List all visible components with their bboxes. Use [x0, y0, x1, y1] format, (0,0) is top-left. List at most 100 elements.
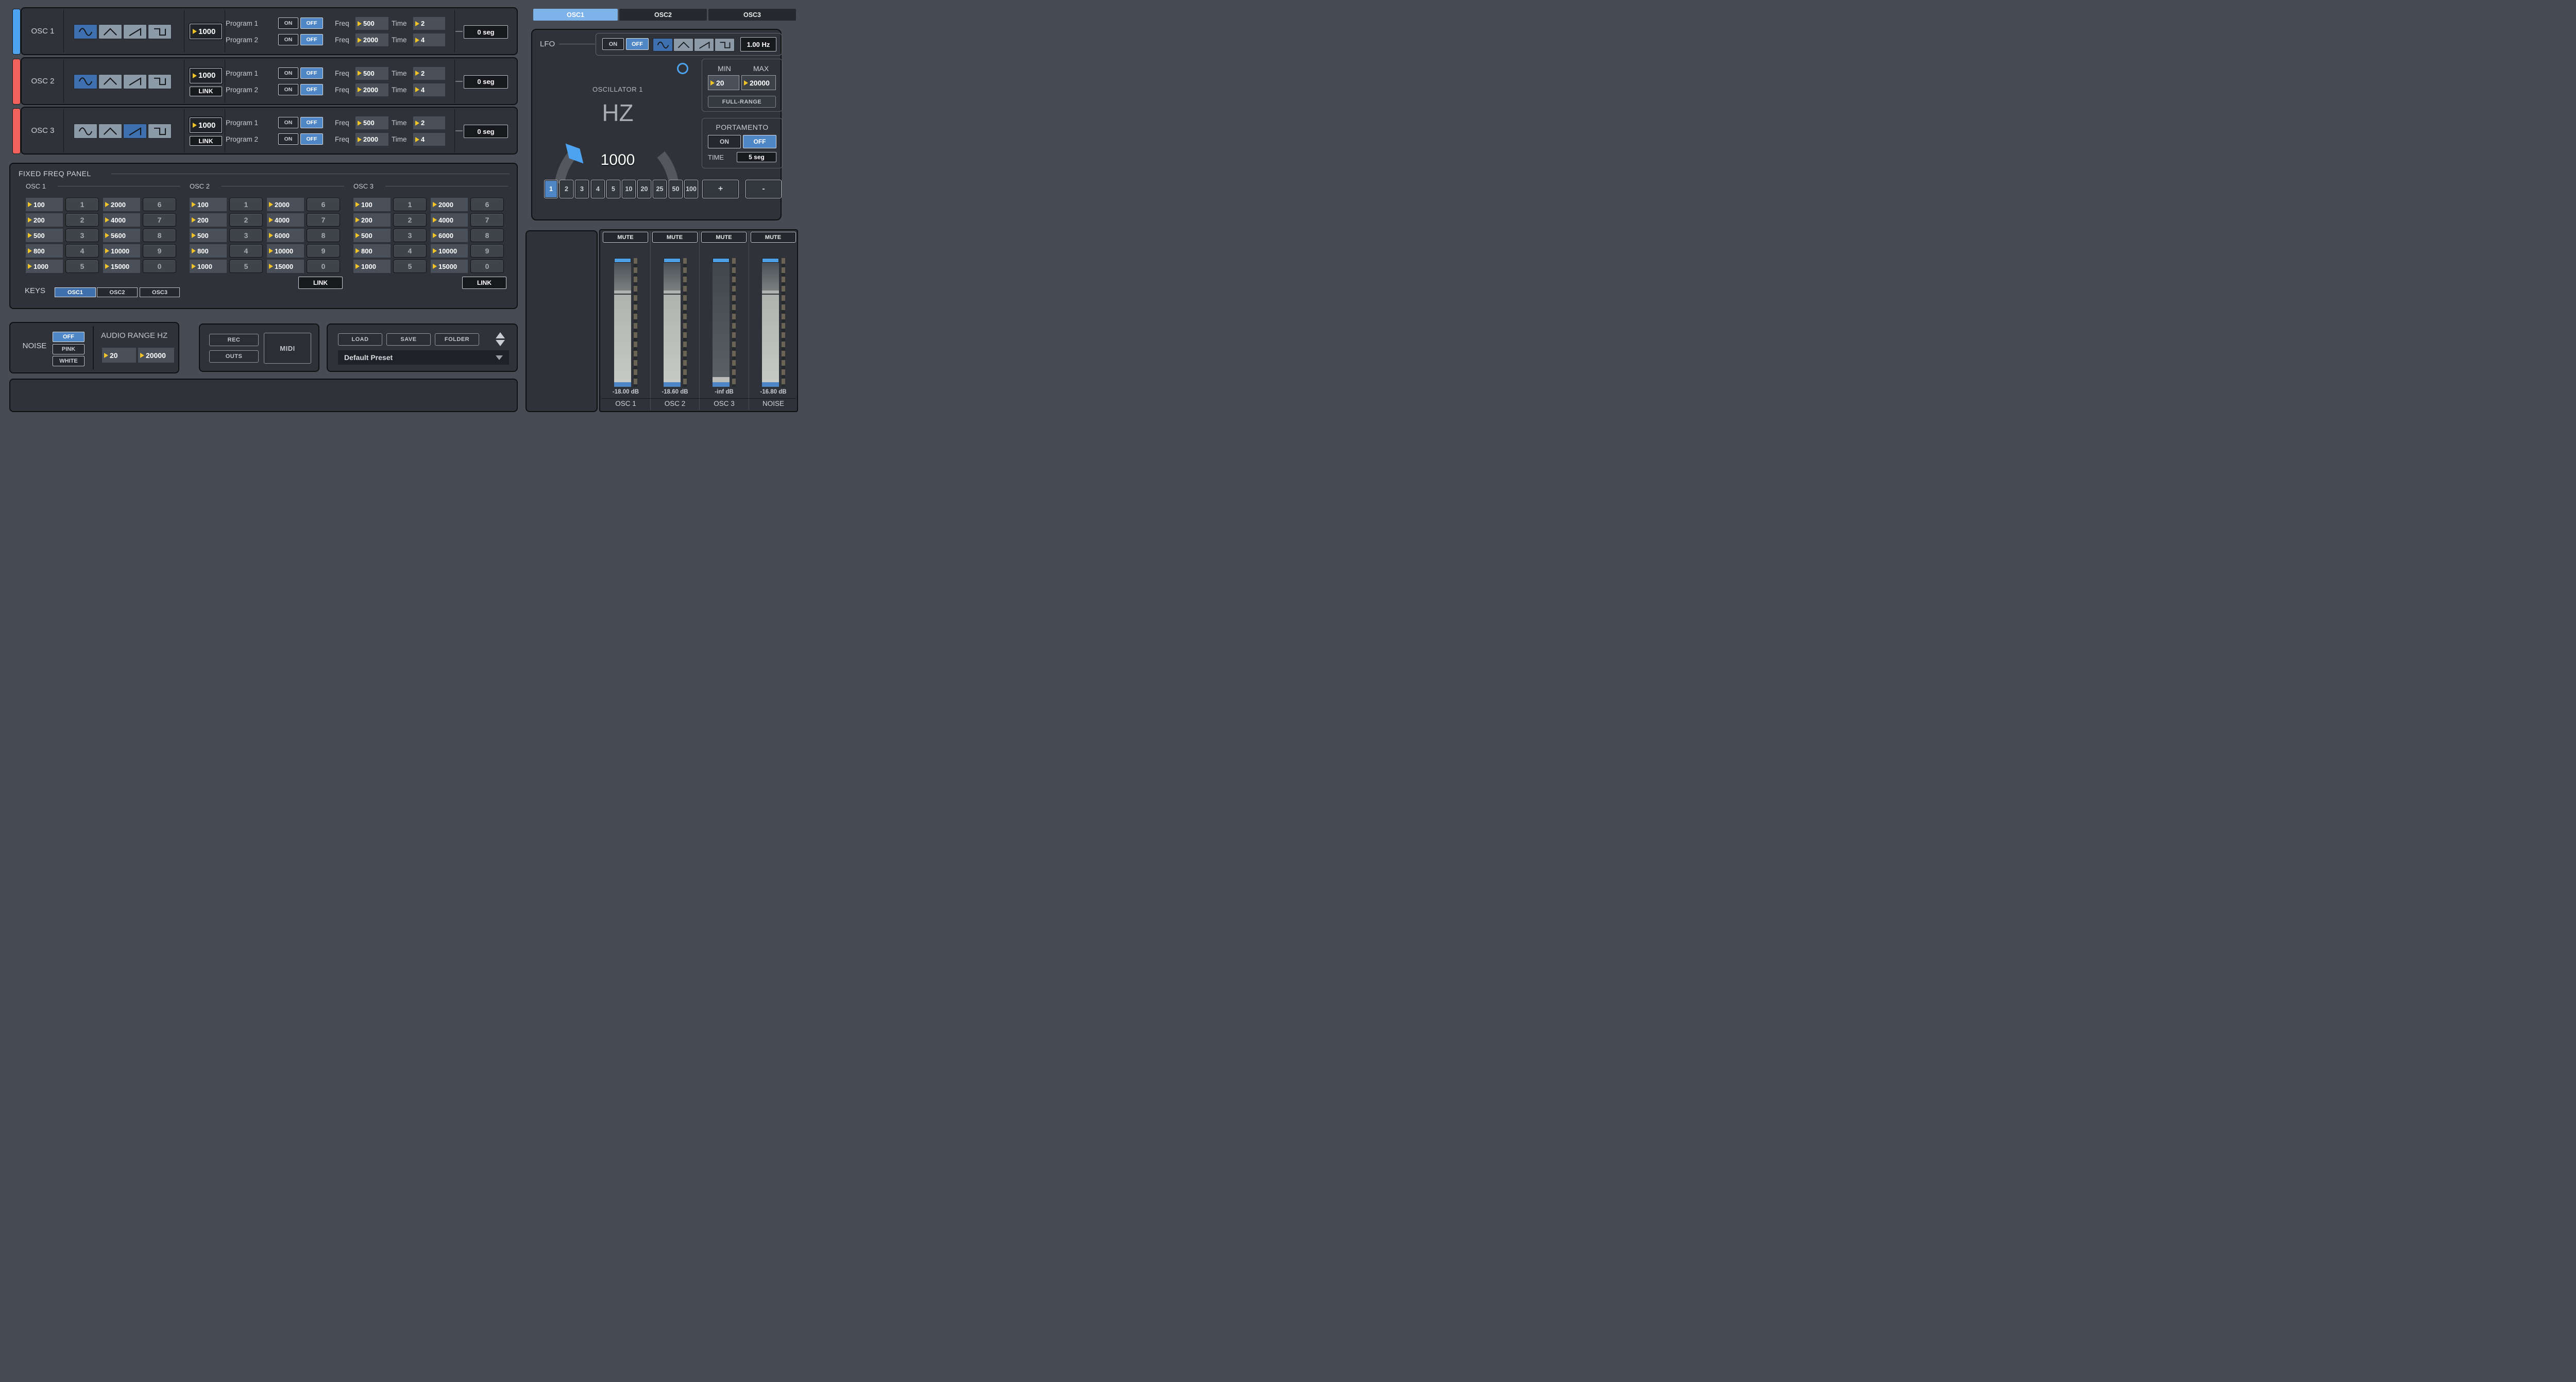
full-range-button[interactable]: FULL-RANGE — [708, 96, 776, 108]
program-on-button[interactable]: ON — [278, 34, 298, 45]
waveform-saw-button[interactable] — [123, 74, 147, 89]
portamento-time-display[interactable]: 5 seg — [737, 152, 776, 162]
osc-freq-display[interactable]: 1000 — [190, 117, 222, 133]
fixed-freq-field[interactable]: 800 — [190, 244, 227, 258]
fixed-freq-field[interactable]: 200 — [353, 213, 391, 227]
fixed-freq-field[interactable]: 5600 — [103, 229, 140, 242]
fixed-freq-field[interactable]: 2000 — [267, 198, 304, 211]
increment-button[interactable]: + — [702, 180, 739, 198]
program-freq-field[interactable]: 500 — [355, 116, 388, 129]
program-time-field[interactable]: 4 — [413, 83, 445, 96]
lfo-rate-display[interactable]: 1.00 Hz — [740, 37, 776, 52]
fixed-freq-field[interactable]: 100 — [26, 198, 63, 211]
program-time-field[interactable]: 4 — [413, 33, 445, 46]
fader-cap[interactable] — [664, 258, 681, 263]
fixed-freq-field[interactable]: 800 — [353, 244, 391, 258]
fixed-freq-field[interactable]: 200 — [190, 213, 227, 227]
program-off-button[interactable]: OFF — [300, 84, 323, 95]
fixed-freq-key-button[interactable]: 4 — [65, 244, 99, 258]
fixed-freq-key-button[interactable]: 6 — [470, 198, 504, 211]
fixed-freq-key-button[interactable]: 8 — [307, 229, 340, 242]
waveform-sine-button[interactable] — [74, 124, 97, 139]
waveform-square-button[interactable] — [148, 124, 172, 139]
fixed-freq-key-button[interactable]: 9 — [307, 244, 340, 258]
fixed-freq-field[interactable]: 500 — [26, 229, 63, 242]
rec-button[interactable]: REC — [209, 334, 259, 346]
lfo-waveform-sine-button[interactable] — [653, 38, 673, 52]
range-min-field[interactable]: 20 — [708, 75, 739, 90]
mute-button[interactable]: MUTE — [751, 232, 796, 243]
fixed-freq-key-button[interactable]: 4 — [393, 244, 427, 258]
fixed-freq-field[interactable]: 2000 — [431, 198, 468, 211]
group-link-button[interactable]: LINK — [298, 277, 343, 289]
group-link-button[interactable]: LINK — [462, 277, 506, 289]
tab-osc3[interactable]: OSC3 — [708, 9, 796, 21]
noise-off-button[interactable]: OFF — [53, 332, 84, 342]
fader-cap[interactable] — [713, 258, 730, 263]
program-on-button[interactable]: ON — [278, 133, 298, 145]
mute-button[interactable]: MUTE — [701, 232, 747, 243]
range-max-field[interactable]: 20000 — [741, 75, 776, 90]
fixed-freq-key-button[interactable]: 5 — [393, 260, 427, 273]
fixed-freq-key-button[interactable]: 2 — [229, 213, 263, 227]
keys-osc2-button[interactable]: OSC2 — [97, 287, 138, 297]
fixed-freq-key-button[interactable]: 8 — [143, 229, 176, 242]
program-time-field[interactable]: 2 — [413, 17, 445, 30]
step-10-button[interactable]: 10 — [622, 180, 636, 198]
fixed-freq-field[interactable]: 100 — [353, 198, 391, 211]
fixed-freq-field[interactable]: 1000 — [353, 260, 391, 273]
audio-range-min-field[interactable]: 20 — [102, 348, 136, 363]
fixed-freq-key-button[interactable]: 3 — [65, 229, 99, 242]
fixed-freq-field[interactable]: 800 — [26, 244, 63, 258]
fixed-freq-key-button[interactable]: 0 — [143, 260, 176, 273]
portamento-on-button[interactable]: ON — [708, 135, 741, 148]
fixed-freq-key-button[interactable]: 5 — [65, 260, 99, 273]
fixed-freq-field[interactable]: 1000 — [190, 260, 227, 273]
program-freq-field[interactable]: 2000 — [355, 133, 388, 146]
step-1-button[interactable]: 1 — [544, 180, 558, 198]
waveform-triangle-button[interactable] — [98, 24, 122, 39]
waveform-sine-button[interactable] — [74, 74, 97, 89]
waveform-square-button[interactable] — [148, 24, 172, 39]
waveform-saw-button[interactable] — [123, 24, 147, 39]
fixed-freq-key-button[interactable]: 7 — [143, 213, 176, 227]
fixed-freq-key-button[interactable]: 6 — [307, 198, 340, 211]
fixed-freq-key-button[interactable]: 1 — [65, 198, 99, 211]
lfo-waveform-triangle-button[interactable] — [673, 38, 693, 52]
program-off-button[interactable]: OFF — [300, 117, 323, 128]
fixed-freq-key-button[interactable]: 8 — [470, 229, 504, 242]
fixed-freq-field[interactable]: 500 — [190, 229, 227, 242]
lfo-off-button[interactable]: OFF — [626, 38, 649, 50]
program-off-button[interactable]: OFF — [300, 133, 323, 145]
preset-spinner[interactable] — [496, 332, 505, 346]
program-freq-field[interactable]: 2000 — [355, 33, 388, 46]
program-off-button[interactable]: OFF — [300, 18, 323, 29]
fixed-freq-field[interactable]: 6000 — [431, 229, 468, 242]
link-button[interactable]: LINK — [190, 136, 222, 146]
program-time-field[interactable]: 2 — [413, 116, 445, 129]
fixed-freq-field[interactable]: 15000 — [431, 260, 468, 273]
mute-button[interactable]: MUTE — [652, 232, 698, 243]
folder-button[interactable]: FOLDER — [435, 333, 479, 346]
fixed-freq-key-button[interactable]: 4 — [229, 244, 263, 258]
program-freq-field[interactable]: 500 — [355, 17, 388, 30]
fixed-freq-key-button[interactable]: 0 — [307, 260, 340, 273]
fixed-freq-key-button[interactable]: 7 — [470, 213, 504, 227]
fader-cap[interactable] — [614, 258, 631, 263]
fixed-freq-key-button[interactable]: 9 — [143, 244, 176, 258]
fixed-freq-key-button[interactable]: 0 — [470, 260, 504, 273]
preset-dropdown[interactable]: Default Preset — [338, 350, 509, 365]
fixed-freq-field[interactable]: 10000 — [267, 244, 304, 258]
program-off-button[interactable]: OFF — [300, 67, 323, 79]
step-2-button[interactable]: 2 — [560, 180, 573, 198]
waveform-square-button[interactable] — [148, 74, 172, 89]
link-button[interactable]: LINK — [190, 87, 222, 96]
tab-osc1[interactable]: OSC1 — [533, 9, 618, 21]
fixed-freq-key-button[interactable]: 2 — [393, 213, 427, 227]
fixed-freq-field[interactable]: 2000 — [103, 198, 140, 211]
step-4-button[interactable]: 4 — [591, 180, 605, 198]
fixed-freq-field[interactable]: 1000 — [26, 260, 63, 273]
fixed-freq-key-button[interactable]: 5 — [229, 260, 263, 273]
mute-button[interactable]: MUTE — [603, 232, 648, 243]
fixed-freq-field[interactable]: 4000 — [267, 213, 304, 227]
